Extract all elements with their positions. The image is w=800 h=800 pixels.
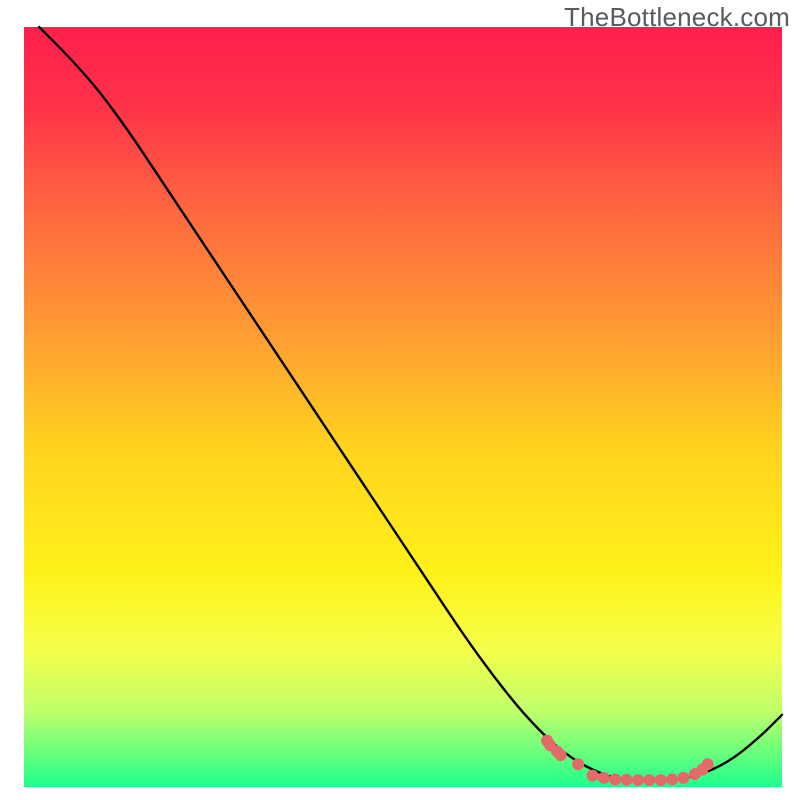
plot-background (24, 27, 782, 787)
highlight-dot (677, 772, 689, 784)
highlight-dot (598, 772, 610, 784)
highlight-dot (572, 758, 584, 770)
highlight-dot (643, 774, 655, 786)
chart-stage: TheBottleneck.com (0, 0, 800, 800)
highlight-dot (702, 758, 714, 770)
watermark-text: TheBottleneck.com (564, 2, 790, 33)
highlight-dot (621, 774, 633, 786)
highlight-dot (655, 774, 667, 786)
highlight-dot (632, 774, 644, 786)
bottleneck-chart (0, 0, 800, 800)
highlight-dot (587, 770, 599, 782)
highlight-dot (609, 773, 621, 785)
highlight-dot (666, 773, 678, 785)
highlight-dot (555, 749, 567, 761)
